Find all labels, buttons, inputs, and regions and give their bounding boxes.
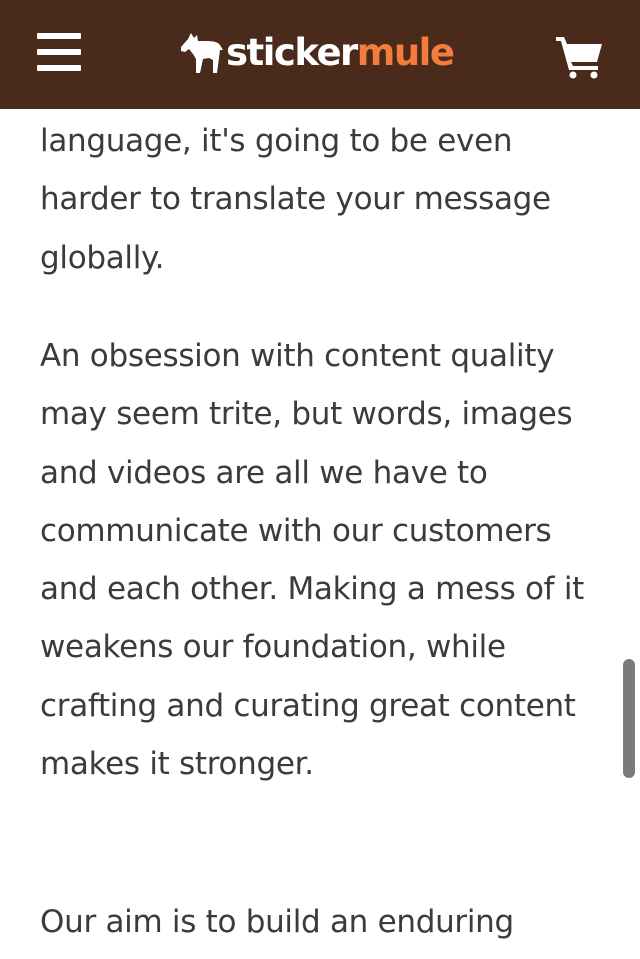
logo-word-mule: mule	[356, 31, 455, 74]
hamburger-menu-icon[interactable]	[37, 33, 81, 73]
article-paragraph: Our aim is to build an enduring	[40, 904, 514, 940]
menu-line	[37, 33, 81, 39]
mule-logo-icon	[181, 33, 223, 73]
menu-line	[37, 49, 81, 55]
article-paragraph: language, it's going to be even harder t…	[40, 123, 551, 276]
top-navigation-bar: stickermule	[0, 0, 640, 109]
shopping-cart-icon[interactable]	[556, 35, 604, 79]
logo-wordmark: stickermule	[226, 28, 455, 78]
article-paragraph: An obsession with content quality may se…	[40, 338, 585, 783]
stickermule-logo[interactable]: stickermule	[178, 28, 455, 78]
menu-line	[37, 65, 81, 71]
logo-word-sticker: sticker	[226, 31, 358, 74]
vertical-scrollbar-thumb[interactable]	[623, 659, 635, 778]
